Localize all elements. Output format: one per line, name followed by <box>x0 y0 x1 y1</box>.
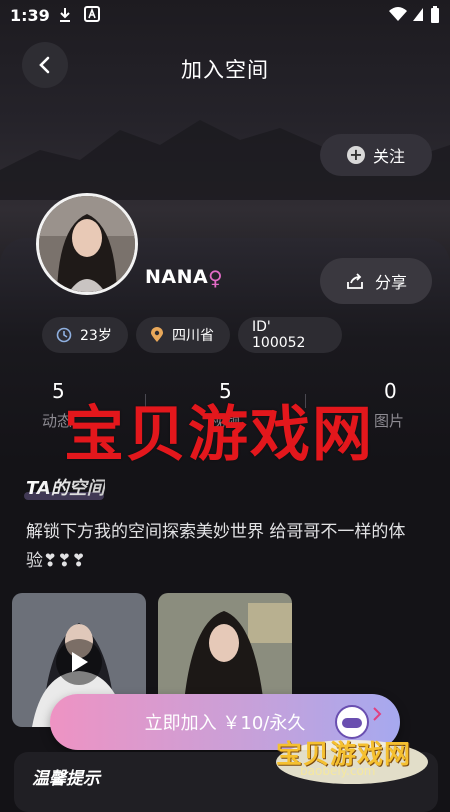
follow-label: 关注 <box>372 147 405 166</box>
age-value: 23岁 <box>80 328 112 344</box>
location-chip: 四川省 <box>136 317 230 353</box>
stat-photos-label[interactable]: 图片 <box>374 410 404 431</box>
female-gender-icon: ♀ <box>208 266 223 290</box>
location-value: 四川省 <box>172 328 214 344</box>
avatar[interactable] <box>36 193 138 295</box>
share-icon <box>347 273 363 289</box>
username: NANA <box>145 266 209 288</box>
download-icon <box>60 8 70 22</box>
age-chip: 23岁 <box>42 317 128 353</box>
space-description: 解锁下方我的空间探索美妙世界 给哥哥不一样的体验❣❣❣ <box>26 522 406 571</box>
avatar-photo <box>39 196 135 292</box>
play-button[interactable] <box>56 639 102 685</box>
play-icon <box>72 652 88 672</box>
watermark-logo-url: baobeiy.com <box>300 764 376 778</box>
location-pin-icon <box>151 327 163 342</box>
watermark-text: 宝贝游戏网 <box>64 400 374 470</box>
stat-photos-count: 0 <box>384 379 397 403</box>
page-title: 加入空间 <box>181 58 269 82</box>
space-section-title: TA的空间 <box>26 474 105 500</box>
plus-icon: + <box>346 146 365 164</box>
tips-title: 温馨提示 <box>32 769 100 789</box>
share-button[interactable]: 分享 <box>320 258 432 304</box>
signal-icon <box>413 8 423 21</box>
stat-posts-count: 5 <box>52 379 65 403</box>
status-bar: 1:39 <box>0 0 450 32</box>
follow-button[interactable]: + 关注 <box>320 134 432 176</box>
clock-icon <box>56 327 72 343</box>
status-time: 1:39 <box>10 6 50 25</box>
id-value: ID' 100052 <box>252 319 306 351</box>
wifi-icon <box>389 7 407 21</box>
id-chip: ID' 100052 <box>238 317 342 353</box>
share-label: 分享 <box>374 273 407 292</box>
battery-icon <box>431 6 439 23</box>
app-notification-icon <box>84 6 100 22</box>
